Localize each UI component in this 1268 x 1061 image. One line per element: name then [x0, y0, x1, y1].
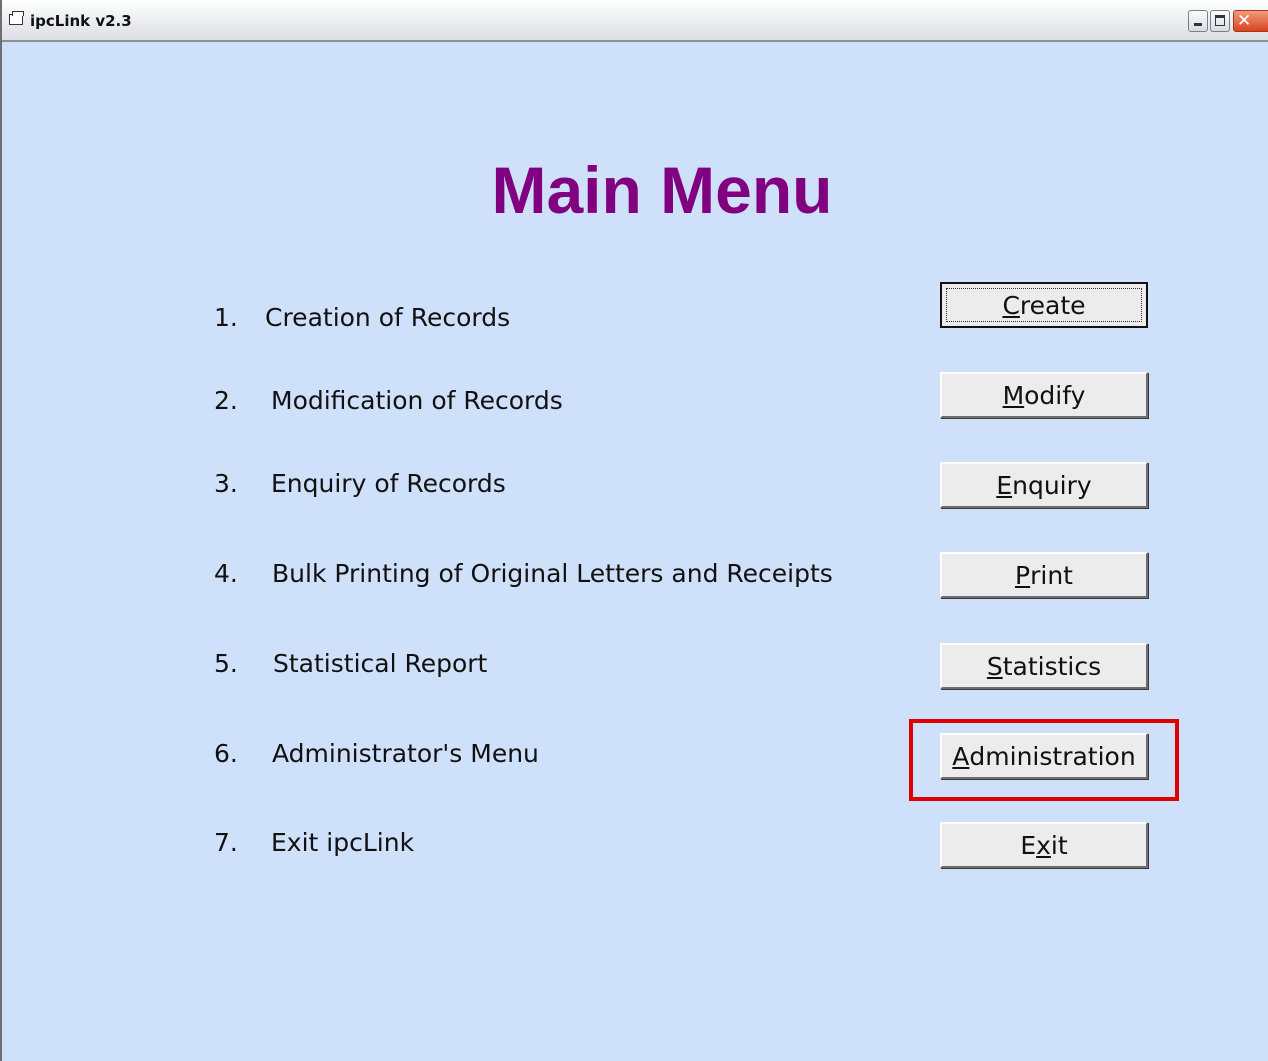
button-accelerator: S	[986, 651, 1003, 681]
administration-button[interactable]: Administration	[940, 733, 1148, 779]
menu-item-number: 5.	[214, 649, 238, 678]
button-accelerator: M	[1002, 380, 1025, 410]
button-label-rest: rint	[1030, 560, 1073, 590]
button-accelerator: x	[1036, 830, 1051, 860]
menu-item-label-create: Creation of Records	[265, 303, 511, 332]
focus-rectangle	[946, 288, 1142, 322]
button-accelerator: A	[952, 741, 970, 771]
button-label-rest: it	[1050, 830, 1068, 860]
minimize-button[interactable]	[1188, 10, 1208, 32]
main-window: ipcLink v2.3 ✕ Main Menu 1. Creation of …	[0, 0, 1268, 1061]
minimize-icon	[1194, 23, 1202, 26]
button-accelerator: E	[996, 470, 1013, 500]
menu-item-label-statistics: Statistical Report	[273, 649, 488, 678]
window-title: ipcLink v2.3	[30, 12, 132, 30]
enquiry-button[interactable]: Enquiry	[940, 462, 1148, 508]
menu-item-label-administration: Administrator's Menu	[272, 739, 539, 768]
menu-item-number: 3.	[214, 469, 238, 498]
button-label-rest: tatistics	[1002, 651, 1102, 681]
menu-item-label-print: Bulk Printing of Original Letters and Re…	[272, 559, 833, 588]
title-bar[interactable]: ipcLink v2.3 ✕	[2, 0, 1268, 42]
menu-item-label-exit: Exit ipcLink	[271, 828, 415, 857]
button-accelerator: P	[1015, 560, 1031, 590]
modify-button[interactable]: Modify	[940, 372, 1148, 418]
menu-item-label-enquiry: Enquiry of Records	[271, 469, 506, 498]
maximize-icon	[1215, 15, 1225, 26]
create-button[interactable]: Create	[940, 282, 1148, 328]
menu-item-number: 1.	[214, 303, 238, 332]
page-title: Main Menu	[491, 153, 833, 227]
menu-item-number: 6.	[214, 739, 238, 768]
button-label-rest: dministration	[969, 741, 1136, 771]
statistics-button[interactable]: Statistics	[940, 643, 1148, 689]
close-icon: ✕	[1237, 11, 1252, 31]
menu-item-number: 4.	[214, 559, 238, 588]
button-label-pre: E	[1020, 830, 1037, 860]
close-button[interactable]: ✕	[1233, 10, 1268, 32]
print-button[interactable]: Print	[940, 552, 1148, 598]
exit-button[interactable]: Ex it	[940, 822, 1148, 868]
button-label-rest: nquiry	[1012, 470, 1092, 500]
menu-item-number: 2.	[214, 386, 238, 415]
button-label-rest: odify	[1024, 380, 1086, 410]
menu-item-label-modify: Modification of Records	[271, 386, 563, 415]
menu-item-number: 7.	[214, 828, 238, 857]
maximize-button[interactable]	[1210, 10, 1230, 32]
app-window-icon[interactable]	[9, 11, 24, 25]
